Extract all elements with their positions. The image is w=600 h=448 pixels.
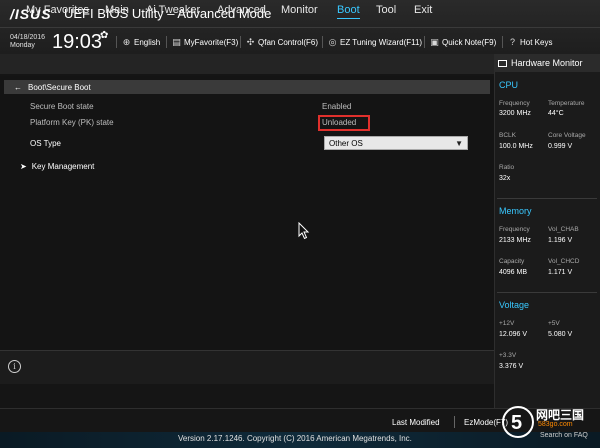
vol-chab-value: 1.196 V (548, 237, 573, 244)
cpu-temperature-value: 44°C (548, 110, 564, 117)
core-voltage-label: Core Voltage (548, 132, 586, 139)
toolbar-separator (322, 36, 323, 48)
note-icon: ▣ (430, 36, 439, 47)
vol-chcd-label: Vol_CHCD (548, 258, 580, 265)
myfavorite-label: MyFavorite(F3) (184, 37, 239, 47)
question-icon: ? (509, 36, 515, 47)
footer-separator (454, 416, 455, 428)
monitor-icon (498, 59, 507, 67)
cpu-temperature-label: Temperature (548, 100, 585, 107)
toolbar-separator (240, 36, 241, 48)
language-label: English (134, 37, 161, 47)
watermark-url: 583go.com (538, 421, 573, 428)
platform-key-state-label: Platform Key (PK) state (30, 118, 114, 127)
back-arrow-icon[interactable]: ← (14, 83, 22, 92)
qfan-label: Qfan Control(F6) (258, 37, 319, 47)
key-management-item[interactable]: ➤ Key Management (20, 162, 94, 171)
gear-icon[interactable]: ✿ (100, 30, 108, 41)
tab-main[interactable]: Main (105, 4, 129, 16)
memory-frequency-value: 2133 MHz (499, 237, 531, 244)
hot-keys-button[interactable]: ? Hot Keys (508, 36, 552, 48)
os-type-select[interactable]: Other OS ▼ (324, 136, 468, 150)
tab-exit[interactable]: Exit (414, 4, 432, 16)
cpu-heading: CPU (499, 80, 519, 90)
v33-label: +3.3V (499, 352, 517, 359)
bclk-label: BCLK (499, 132, 516, 139)
day-text: Monday (10, 42, 35, 49)
qfan-control-button[interactable]: ✣ Qfan Control(F6) (246, 36, 318, 48)
tab-ai-tweaker[interactable]: Ai Tweaker (146, 4, 200, 16)
os-type-label: OS Type (30, 139, 61, 148)
voltage-heading: Voltage (499, 300, 530, 310)
core-voltage-value: 0.999 V (548, 143, 573, 150)
v5-label: +5V (548, 320, 560, 327)
tab-my-favorites[interactable]: My Favorites (26, 4, 89, 16)
quick-note-label: Quick Note(F9) (442, 37, 497, 47)
mouse-cursor-icon (298, 222, 310, 240)
breadcrumb-text: Boot\Secure Boot (28, 82, 91, 92)
os-type-selected: Other OS (329, 138, 363, 148)
toolbar-separator (116, 36, 117, 48)
svg-text:5: 5 (511, 412, 522, 434)
ez-tuning-wizard-button[interactable]: ◎ EZ Tuning Wizard(F11) (328, 36, 423, 48)
quick-note-button[interactable]: ▣ Quick Note(F9) (430, 36, 496, 48)
hardware-monitor-title: Hardware Monitor (494, 54, 600, 72)
breadcrumb[interactable]: ← Boot\Secure Boot (4, 80, 490, 94)
toolbar-separator (424, 36, 425, 48)
ez-tuning-label: EZ Tuning Wizard(F11) (340, 37, 423, 47)
secure-boot-state-value: Enabled (322, 102, 352, 111)
capacity-label: Capacity (499, 258, 525, 265)
memory-heading: Memory (499, 206, 532, 216)
chevron-right-icon: ➤ (20, 162, 27, 171)
favorite-icon: ▤ (172, 36, 181, 47)
section-divider (497, 292, 597, 293)
tab-monitor[interactable]: Monitor (281, 4, 318, 16)
ratio-label: Ratio (499, 164, 515, 171)
toolbar-separator (502, 36, 503, 48)
ratio-value: 32x (499, 175, 511, 182)
v12-value: 12.096 V (499, 331, 528, 338)
tab-boot[interactable]: Boot (337, 4, 360, 19)
info-icon: i (8, 360, 21, 373)
cpu-frequency-value: 3200 MHz (499, 110, 531, 117)
version-text: Version 2.17.1246. Copyright (C) 2016 Am… (178, 434, 412, 443)
globe-icon: ⊕ (122, 36, 131, 47)
section-divider (497, 198, 597, 199)
v33-value: 3.376 V (499, 363, 524, 370)
hot-keys-label: Hot Keys (520, 37, 553, 47)
clock: 19:03 (52, 31, 103, 53)
myfavorite-button[interactable]: ▤ MyFavorite(F3) (172, 36, 238, 48)
tab-tool[interactable]: Tool (376, 4, 396, 16)
v12-label: +12V (499, 320, 515, 327)
v5-value: 5.080 V (548, 331, 573, 338)
vol-chcd-value: 1.171 V (548, 269, 573, 276)
hardware-monitor-label: Hardware Monitor (511, 58, 583, 68)
language-button[interactable]: ⊕ English (122, 36, 161, 48)
capacity-value: 4096 MB (499, 269, 528, 276)
date-display: 04/18/2016 Monday (10, 34, 45, 50)
fan-icon: ✣ (246, 36, 255, 47)
memory-frequency-label: Frequency (499, 226, 530, 233)
bclk-value: 100.0 MHz (499, 143, 533, 150)
secure-boot-state-label: Secure Boot state (30, 102, 94, 111)
cpu-frequency-label: Frequency (499, 100, 530, 107)
main-nav (0, 54, 494, 74)
date-text: 04/18/2016 (10, 34, 46, 41)
last-modified-button[interactable]: Last Modified (392, 418, 440, 427)
help-panel (0, 350, 494, 384)
vol-chab-label: Vol_CHAB (548, 226, 579, 233)
wizard-icon: ◎ (328, 36, 337, 47)
tab-advanced[interactable]: Advanced (217, 4, 266, 16)
key-management-label: Key Management (31, 162, 95, 171)
chevron-down-icon: ▼ (455, 139, 463, 148)
highlight-box (318, 115, 370, 131)
toolbar-separator (166, 36, 167, 48)
